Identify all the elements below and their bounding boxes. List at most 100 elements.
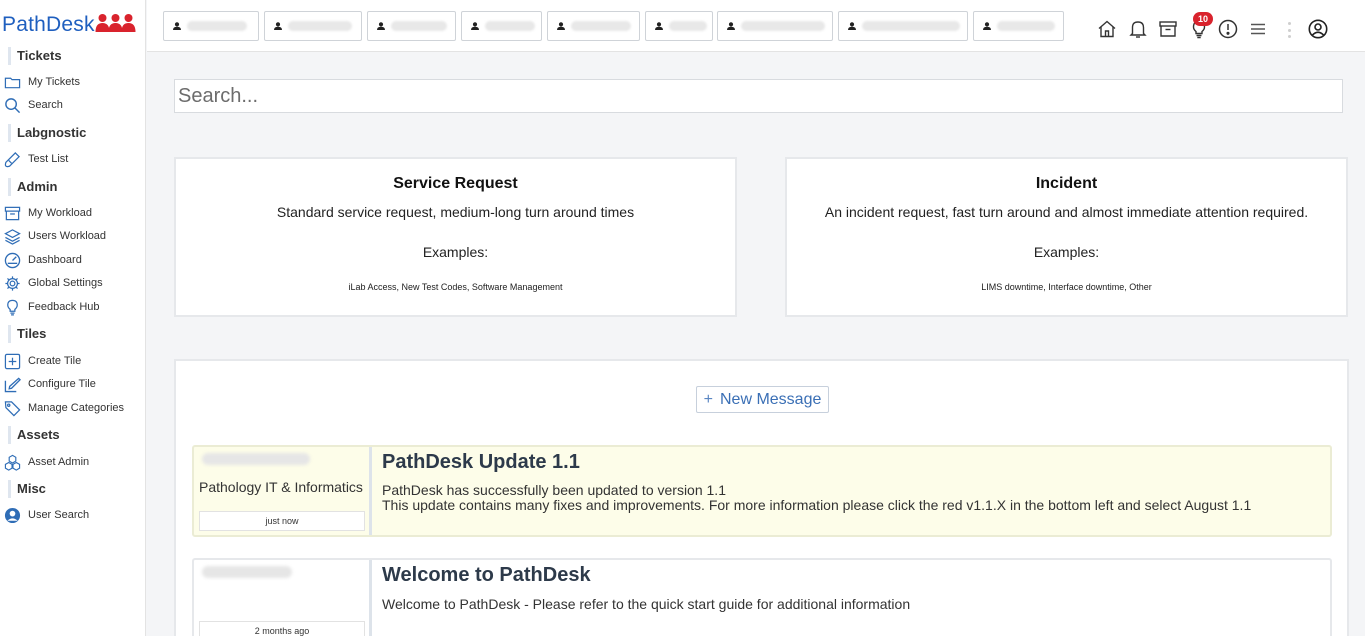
card-description: An incident request, fast turn around an… (824, 204, 1309, 220)
sidebar-item-label: Manage Categories (28, 402, 125, 414)
nav-section-labgnostic: Labgnostic (8, 124, 86, 142)
messages-panel: + New Message Pathology IT & Informatics… (174, 359, 1349, 636)
user-circle-icon (3, 506, 21, 524)
user-tab[interactable] (645, 11, 713, 41)
incident-card[interactable]: Incident An incident request, fast turn … (785, 157, 1348, 317)
nav-section-admin: Admin (8, 178, 57, 196)
sidebar-item-global-settings[interactable]: Global Settings (3, 273, 103, 293)
sidebar-item-test-list[interactable]: Test List (3, 149, 68, 169)
message-title: Welcome to PathDesk (382, 564, 591, 586)
card-examples-label: Examples: (422, 244, 489, 260)
card-examples-label: Examples: (1033, 244, 1100, 260)
sidebar-item-create-tile[interactable]: Create Tile (3, 351, 81, 371)
message-meta: Pathology IT & Informatics just now (194, 447, 372, 535)
service-request-card[interactable]: Service Request Standard service request… (174, 157, 737, 317)
redacted-name (862, 21, 960, 31)
user-icon (377, 22, 385, 30)
notification-badge: 10 (1193, 12, 1213, 26)
card-description: Standard service request, medium-long tu… (276, 204, 635, 220)
message-body: Welcome to PathDesk - Please refer to th… (382, 597, 910, 612)
user-tab[interactable] (461, 11, 542, 41)
sidebar-item-label: Test List (28, 153, 69, 165)
sidebar-item-label: Configure Tile (28, 378, 96, 390)
card-examples: LIMS downtime, Interface downtime, Other (981, 282, 1152, 292)
tags-icon (3, 399, 21, 417)
message-time: just now (199, 511, 365, 531)
redacted-name (288, 21, 352, 31)
home-icon[interactable] (1096, 18, 1118, 40)
user-icon (983, 22, 991, 30)
sidebar-item-asset-admin[interactable]: Asset Admin (3, 452, 89, 472)
user-tab[interactable] (547, 11, 640, 41)
sidebar-item-label: Create Tile (28, 355, 82, 367)
search-input[interactable] (174, 79, 1343, 113)
message-body-line: This update contains many fixes and impr… (382, 497, 1252, 513)
edit-icon (3, 375, 21, 393)
user-tab[interactable] (367, 11, 456, 41)
plus-square-icon (3, 352, 21, 370)
message-item[interactable]: 2 months ago Welcome to PathDesk Welcome… (192, 558, 1332, 636)
sidebar-item-configure-tile[interactable]: Configure Tile (3, 374, 96, 394)
sidebar-item-label: My Workload (28, 207, 92, 219)
folder-icon (3, 73, 21, 91)
sidebar-item-search[interactable]: Search (3, 95, 63, 115)
nav-section-misc: Misc (8, 480, 46, 498)
card-title: Incident (1035, 175, 1098, 192)
message-body: PathDesk has successfully been updated t… (382, 483, 1251, 513)
sidebar-item-my-tickets[interactable]: My Tickets (3, 72, 80, 92)
redacted-author (202, 566, 292, 578)
alert-circle-icon[interactable] (1217, 18, 1239, 40)
archive-icon (3, 204, 21, 222)
sidebar-item-dashboard[interactable]: Dashboard (3, 250, 82, 270)
sidebar-item-users-workload[interactable]: Users Workload (3, 226, 106, 246)
menu-icon[interactable] (1247, 18, 1269, 40)
user-icon (274, 22, 282, 30)
message-time: 2 months ago (199, 621, 365, 636)
stack-icon (3, 227, 21, 245)
message-title: PathDesk Update 1.1 (382, 451, 580, 473)
new-message-button[interactable]: + New Message (696, 386, 829, 413)
kebab-icon[interactable] (1287, 22, 1291, 38)
message-item[interactable]: Pathology IT & Informatics just now Path… (192, 445, 1332, 537)
user-tab[interactable] (717, 11, 833, 41)
user-tab[interactable] (838, 11, 968, 41)
sidebar-item-my-workload[interactable]: My Workload (3, 203, 92, 223)
user-tab[interactable] (973, 11, 1064, 41)
test-tube-icon (3, 150, 21, 168)
card-title: Service Request (393, 175, 518, 192)
user-tab[interactable] (264, 11, 362, 41)
nav-section-assets: Assets (8, 426, 60, 444)
plus-icon: + (703, 390, 713, 408)
archive-icon[interactable] (1157, 18, 1179, 40)
gear-icon (3, 274, 21, 292)
redacted-name (741, 21, 825, 31)
user-icon (727, 22, 735, 30)
redacted-name (669, 21, 707, 31)
team-logo-icon (95, 13, 136, 33)
bell-icon[interactable] (1127, 18, 1149, 40)
redacted-name (571, 21, 631, 31)
sidebar-item-label: Search (28, 99, 63, 111)
search-icon (3, 96, 21, 114)
new-message-label: New Message (719, 390, 822, 408)
sidebar-item-label: Global Settings (28, 277, 103, 289)
sidebar-item-feedback-hub[interactable]: Feedback Hub (3, 297, 100, 317)
message-meta: 2 months ago (194, 560, 372, 636)
redacted-name (485, 21, 535, 31)
user-icon (655, 22, 663, 30)
gauge-icon (3, 251, 21, 269)
card-examples: iLab Access, New Test Codes, Software Ma… (348, 282, 563, 292)
logo-text: PathDesk (2, 13, 95, 36)
sidebar-item-label: Users Workload (28, 230, 107, 242)
sidebar-item-label: My Tickets (28, 76, 80, 88)
sidebar-item-user-search[interactable]: User Search (3, 505, 89, 525)
message-body-line: PathDesk has successfully been updated t… (382, 482, 726, 498)
app-logo[interactable]: PathDesk (2, 10, 136, 40)
redacted-author (202, 453, 310, 465)
user-tab[interactable] (163, 11, 259, 41)
sidebar-item-manage-categories[interactable]: Manage Categories (3, 398, 124, 418)
lightbulb-icon (3, 298, 21, 316)
user-circle-icon[interactable] (1307, 18, 1329, 40)
nav-section-tiles: Tiles (8, 325, 46, 343)
sidebar: PathDesk Tickets My Tickets Search Labgn… (0, 0, 146, 636)
